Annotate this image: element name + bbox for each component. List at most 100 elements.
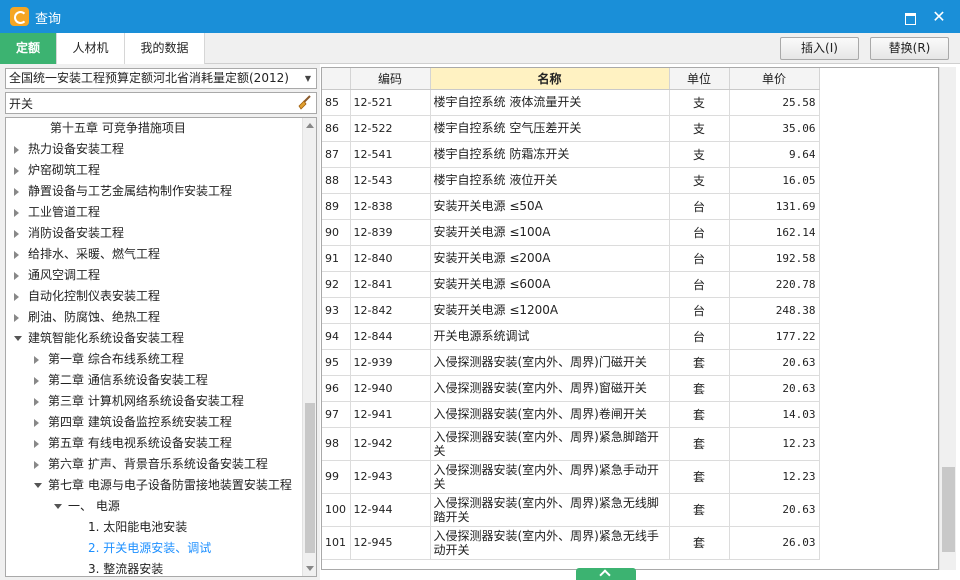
tree-item[interactable]: 第十五章 可竞争措施项目 [6,118,300,139]
broom-clear-icon[interactable] [296,95,312,111]
tree-scrollbar[interactable] [302,118,316,576]
tree-scroll-thumb[interactable] [305,403,315,553]
expand-arrow-icon[interactable] [34,356,39,364]
chevron-down-icon[interactable]: ▼ [303,69,313,88]
row-code: 12-944 [350,493,431,527]
tree-item[interactable]: 静置设备与工艺金属结构制作安装工程 [6,181,300,202]
table-row[interactable]: 86 12-522 楼宇自控系统 空气压差开关支 35.06 [322,115,820,142]
expand-arrow-icon[interactable] [14,146,19,154]
table-row[interactable]: 85 12-521 楼宇自控系统 液体流量开关支 25.58 [322,89,820,116]
row-unit: 套 [669,427,730,461]
row-price: 35.06 [729,115,820,142]
row-code: 12-945 [350,526,431,560]
table-row[interactable]: 98 12-942 入侵探测器安装(室内外、周界)紧急脚踏开关套 12.23 [322,427,820,461]
expand-arrow-icon[interactable] [14,272,19,280]
tree-item[interactable]: 1. 太阳能电池安装 [6,517,300,538]
app-logo-icon [10,7,29,26]
tree-item[interactable]: 第四章 建筑设备监控系统安装工程 [6,412,300,433]
tree-item[interactable]: 第六章 扩声、背景音乐系统设备安装工程 [6,454,300,475]
replace-button[interactable]: 替换(R) [870,37,949,60]
row-name: 安装开关电源 ≤1200A [430,297,670,324]
header-unit[interactable]: 单位 [669,68,730,90]
table-row[interactable]: 87 12-541 楼宇自控系统 防霜冻开关支 9.64 [322,141,820,168]
table-row[interactable]: 100 12-944 入侵探测器安装(室内外、周界)紧急无线脚踏开关套 20.63 [322,493,820,527]
tree-item[interactable]: 2. 开关电源安装、调试 [6,538,300,559]
tab-labor-material-machine[interactable]: 人材机 [57,33,125,64]
search-input[interactable] [6,93,291,113]
table-row[interactable]: 95 12-939 入侵探测器安装(室内外、周界)门磁开关套 20.63 [322,349,820,376]
tree-item[interactable]: 第三章 计算机网络系统设备安装工程 [6,391,300,412]
expand-arrow-icon[interactable] [14,230,19,238]
scroll-up-icon[interactable] [306,123,314,128]
tree-item[interactable]: 第七章 电源与电子设备防雷接地装置安装工程 [6,475,300,496]
close-icon[interactable]: ✕ [929,7,949,27]
collapse-arrow-icon[interactable] [14,336,22,341]
expand-arrow-icon[interactable] [14,251,19,259]
collapse-arrow-icon[interactable] [34,483,42,488]
row-number: 100 [322,493,351,527]
expand-arrow-icon[interactable] [14,209,19,217]
tree-item[interactable]: 自动化控制仪表安装工程 [6,286,300,307]
table-row[interactable]: 97 12-941 入侵探测器安装(室内外、周界)卷闸开关套 14.03 [322,401,820,428]
tree-item[interactable]: 第五章 有线电视系统设备安装工程 [6,433,300,454]
table-row[interactable]: 88 12-543 楼宇自控系统 液位开关支 16.05 [322,167,820,194]
expand-arrow-icon[interactable] [34,377,39,385]
tree-item-label: 自动化控制仪表安装工程 [28,289,161,303]
scroll-down-icon[interactable] [306,566,314,571]
maximize-icon[interactable] [900,7,920,27]
row-name: 楼宇自控系统 空气压差开关 [430,115,670,142]
row-name: 入侵探测器安装(室内外、周界)窗磁开关 [430,375,670,402]
header-name[interactable]: 名称 [430,68,670,90]
table-row[interactable]: 93 12-842 安装开关电源 ≤1200A 台 248.38 [322,297,820,324]
table-row[interactable]: 101 12-945 入侵探测器安装(室内外、周界)紧急无线手动开关套 26.03 [322,526,820,560]
tree-item[interactable]: 刷油、防腐蚀、绝热工程 [6,307,300,328]
tree-item[interactable]: 第二章 通信系统设备安装工程 [6,370,300,391]
row-code: 12-942 [350,427,431,461]
tree-item[interactable]: 工业管道工程 [6,202,300,223]
tree-item[interactable]: 第一章 综合布线系统工程 [6,349,300,370]
row-price: 25.58 [729,89,820,116]
row-number: 93 [322,297,351,324]
header-code[interactable]: 编码 [350,68,431,90]
row-name: 楼宇自控系统 液位开关 [430,167,670,194]
table-row[interactable]: 92 12-841 安装开关电源 ≤600A 台 220.78 [322,271,820,298]
expand-arrow-icon[interactable] [14,314,19,322]
tree-item[interactable]: 建筑智能化系统设备安装工程 [6,328,300,349]
table-row[interactable]: 99 12-943 入侵探测器安装(室内外、周界)紧急手动开关套 12.23 [322,460,820,494]
tree-item[interactable]: 消防设备安装工程 [6,223,300,244]
table-row[interactable]: 96 12-940 入侵探测器安装(室内外、周界)窗磁开关套 20.63 [322,375,820,402]
header-price[interactable]: 单价 [729,68,820,90]
row-name: 入侵探测器安装(室内外、周界)紧急手动开关 [430,460,670,494]
table-row[interactable]: 91 12-840 安装开关电源 ≤200A 台 192.58 [322,245,820,272]
table-scroll-thumb[interactable] [942,467,955,552]
row-code: 12-839 [350,219,431,246]
row-unit: 支 [669,115,730,142]
quota-library-select[interactable]: 全国统一安装工程预算定额河北省消耗量定额(2012) ▼ [5,68,317,89]
insert-button[interactable]: 插入(I) [780,37,859,60]
expand-arrow-icon[interactable] [34,461,39,469]
expand-arrow-icon[interactable] [14,167,19,175]
tree-item[interactable]: 给排水、采暖、燃气工程 [6,244,300,265]
row-price: 9.64 [729,141,820,168]
tab-quota[interactable]: 定额 [0,33,57,64]
table-row[interactable]: 89 12-838 安装开关电源 ≤50A 台 131.69 [322,193,820,220]
table-header-row: 编码 名称 单位 单价 [322,68,820,90]
expand-arrow-icon[interactable] [34,398,39,406]
expand-arrow-icon[interactable] [34,440,39,448]
expand-arrow-icon[interactable] [34,419,39,427]
tree-item[interactable]: 通风空调工程 [6,265,300,286]
collapse-handle-icon[interactable] [576,568,636,580]
table-row[interactable]: 94 12-844 开关电源系统调试台 177.22 [322,323,820,350]
tab-my-data[interactable]: 我的数据 [125,33,205,64]
row-name: 入侵探测器安装(室内外、周界)紧急无线手动开关 [430,526,670,560]
table-row[interactable]: 90 12-839 安装开关电源 ≤100A 台 162.14 [322,219,820,246]
tree-item[interactable]: 热力设备安装工程 [6,139,300,160]
expand-arrow-icon[interactable] [14,188,19,196]
tree-item[interactable]: 炉窑砌筑工程 [6,160,300,181]
table-scrollbar[interactable] [939,67,956,570]
tree-item[interactable]: 3. 整流器安装 [6,559,300,576]
collapse-arrow-icon[interactable] [54,504,62,509]
expand-arrow-icon[interactable] [14,293,19,301]
tree-item-label: 建筑智能化系统设备安装工程 [28,331,185,345]
tree-item[interactable]: 一、 电源 [6,496,300,517]
